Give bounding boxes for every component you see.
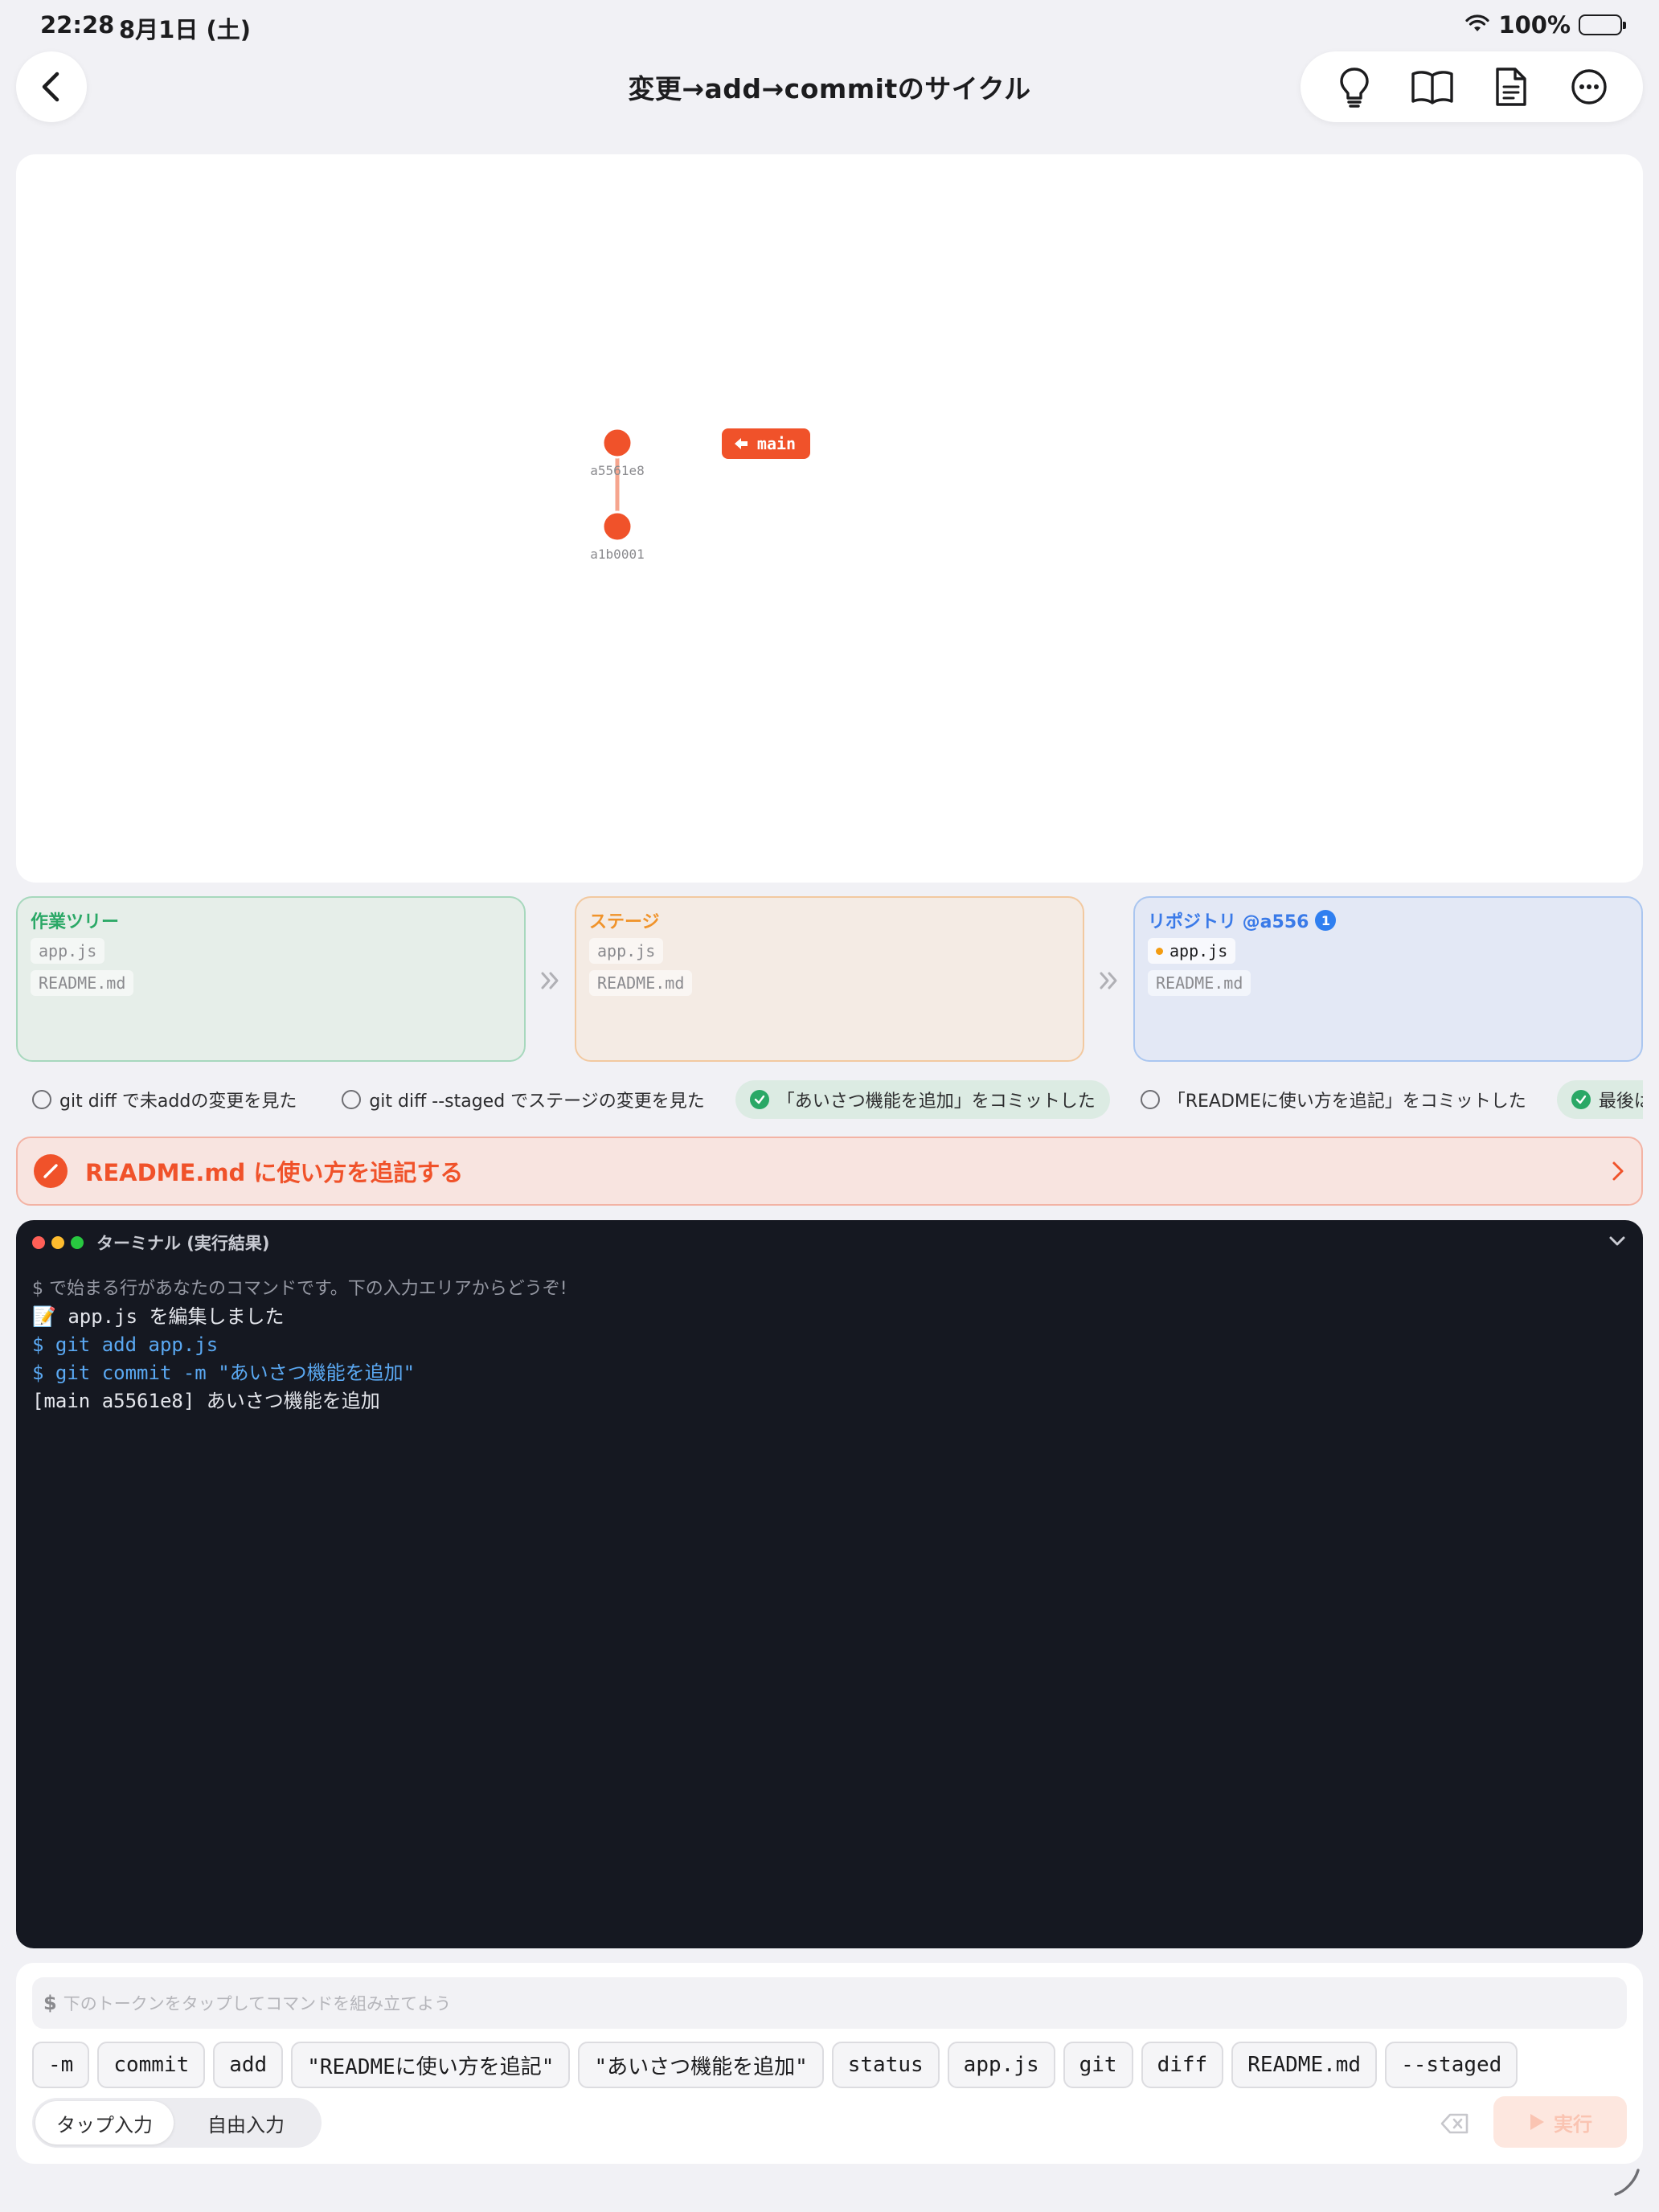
hint-button[interactable] <box>1322 55 1387 119</box>
terminal-header: ターミナル (実行結果) <box>16 1220 1643 1265</box>
stage-title: ステージ <box>589 912 660 932</box>
worktree-file: README.md <box>31 970 134 996</box>
close-dot-icon <box>32 1236 45 1249</box>
chevron-right-icon <box>1612 1161 1624 1181</box>
toolbar <box>1301 51 1643 122</box>
pencil-icon <box>34 1154 68 1188</box>
collapse-terminal-button[interactable] <box>1608 1235 1627 1251</box>
token-button[interactable]: "READMEに使い方を追記" <box>291 2042 571 2088</box>
status-date: 8月1日 (土) <box>119 16 251 43</box>
commit-node-a1b0001[interactable] <box>601 510 633 543</box>
branch-label: main <box>757 434 796 453</box>
run-button[interactable]: 実行 <box>1493 2096 1627 2148</box>
status-indicators: 100% <box>1464 11 1626 39</box>
commit-graph-panel: a5561e8 a1b0001 main <box>16 154 1643 883</box>
token-button[interactable]: app.js <box>947 2042 1055 2088</box>
battery-icon <box>1579 14 1626 35</box>
stage-file: app.js <box>589 938 664 964</box>
unchecked-circle-icon <box>1140 1090 1160 1109</box>
stage-area: ステージ app.js README.md <box>575 896 1084 1062</box>
terminal-line-command: $ git commit -m "あいさつ機能を追加" <box>32 1362 416 1384</box>
resize-handle-icon <box>1614 2169 1640 2196</box>
repository-file-changed: app.js <box>1148 938 1236 964</box>
token-button[interactable]: add <box>213 2042 284 2088</box>
check-circle-icon <box>749 1090 769 1109</box>
checklist-item: 「READMEに使い方を追記」をコミットした <box>1126 1080 1541 1119</box>
input-mode-switch: タップ入力 自由入力 <box>32 2098 322 2148</box>
unchecked-circle-icon <box>32 1090 51 1109</box>
double-chevron-right-icon <box>1093 965 1125 997</box>
repository-area: リポジトリ @a556 1 app.js README.md <box>1133 896 1643 1062</box>
backspace-button[interactable] <box>1431 2108 1479 2140</box>
checklist-item: git diff で未addの変更を見た <box>16 1080 311 1119</box>
token-button[interactable]: status <box>831 2042 940 2088</box>
checklist-item: git diff --staged でステージの変更を見た <box>327 1080 719 1119</box>
repository-title: リポジトリ @a556 <box>1148 912 1309 932</box>
worktree-file: app.js <box>31 938 105 964</box>
backspace-icon <box>1440 2113 1469 2134</box>
repository-title-row: リポジトリ @a556 1 <box>1148 909 1628 932</box>
terminal-panel: ターミナル (実行結果) $ で始まる行があなたのコマンドです。下の入力エリアか… <box>16 1220 1643 1948</box>
terminal-line-output: [main a5561e8] あいさつ機能を追加 <box>32 1390 380 1412</box>
lightbulb-icon <box>1340 68 1369 108</box>
terminal-line-command: $ git add app.js <box>32 1333 219 1356</box>
status-time: 22:28 <box>40 11 115 39</box>
checklist-item-done: 最後は作業ツリーが <box>1556 1080 1643 1119</box>
battery-percent: 100% <box>1498 11 1571 39</box>
guide-button[interactable] <box>1400 55 1464 119</box>
check-circle-icon <box>1571 1090 1591 1109</box>
current-task-banner[interactable]: README.md に使い方を追記する <box>16 1137 1643 1206</box>
wifi-icon <box>1464 11 1490 39</box>
terminal-line-hint: $ で始まる行があなたのコマンドです。下の入力エリアからどうぞ! <box>32 1279 567 1299</box>
changed-dot-icon <box>1156 947 1163 955</box>
free-input-mode[interactable]: 自由入力 <box>174 2101 318 2144</box>
command-placeholder: 下のトークンをタップしてコマンドを組み立てよう <box>63 1994 452 2013</box>
command-input[interactable]: $ 下のトークンをタップしてコマンドを組み立てよう <box>32 1977 1627 2029</box>
token-button[interactable]: README.md <box>1231 2042 1378 2088</box>
task-label: README.md に使い方を追記する <box>85 1159 464 1186</box>
more-button[interactable] <box>1557 55 1621 119</box>
token-button[interactable]: git <box>1063 2042 1133 2088</box>
command-builder-panel: $ 下のトークンをタップしてコマンドを組み立てよう -m commit add … <box>16 1963 1643 2164</box>
zoom-dot-icon <box>71 1236 84 1249</box>
commit-label-a5561e8: a5561e8 <box>590 463 644 478</box>
minimize-dot-icon <box>51 1236 64 1249</box>
run-label: 実行 <box>1554 2112 1592 2136</box>
token-button[interactable]: commit <box>97 2042 206 2088</box>
token-button[interactable]: diff <box>1141 2042 1224 2088</box>
branch-tag-main: main <box>722 428 810 459</box>
token-button[interactable]: -m <box>32 2042 90 2088</box>
chevron-down-icon <box>1609 1236 1625 1246</box>
terminal-line-output: 📝 app.js を編集しました <box>32 1305 285 1328</box>
document-icon <box>1496 68 1526 106</box>
prompt-sign: $ <box>43 1992 57 2014</box>
more-icon <box>1571 69 1607 104</box>
mission-checklist: git diff で未addの変更を見た git diff --staged で… <box>16 1080 1643 1119</box>
commit-count-badge: 1 <box>1315 910 1337 931</box>
worktree-area: 作業ツリー app.js README.md <box>16 896 526 1062</box>
tap-input-mode[interactable]: タップ入力 <box>35 2101 174 2144</box>
token-button[interactable]: --staged <box>1385 2042 1518 2088</box>
worktree-title: 作業ツリー <box>31 912 120 932</box>
double-chevron-right-icon <box>535 965 567 997</box>
stage-file: README.md <box>589 970 693 996</box>
unchecked-circle-icon <box>342 1090 362 1109</box>
checklist-item-done: 「あいさつ機能を追加」をコミットした <box>735 1080 1110 1119</box>
repository-file: README.md <box>1148 970 1251 996</box>
commit-graph: a5561e8 a1b0001 main <box>590 427 810 562</box>
token-row: -m commit add "READMEに使い方を追記" "あいさつ機能を追加… <box>32 2042 1518 2088</box>
commit-node-a5561e8[interactable] <box>601 427 633 459</box>
play-icon <box>1530 2114 1544 2130</box>
notes-button[interactable] <box>1479 55 1543 119</box>
status-bar: 22:28 8月1日 (土) 100% <box>0 0 1659 51</box>
terminal-title: ターミナル (実行結果) <box>96 1234 270 1253</box>
commit-label-a1b0001: a1b0001 <box>590 547 644 562</box>
token-button[interactable]: "あいさつ機能を追加" <box>578 2042 824 2088</box>
book-icon <box>1411 71 1453 104</box>
terminal-output: $ で始まる行があなたのコマンドです。下の入力エリアからどうぞ! 📝 app.j… <box>16 1265 1643 1425</box>
